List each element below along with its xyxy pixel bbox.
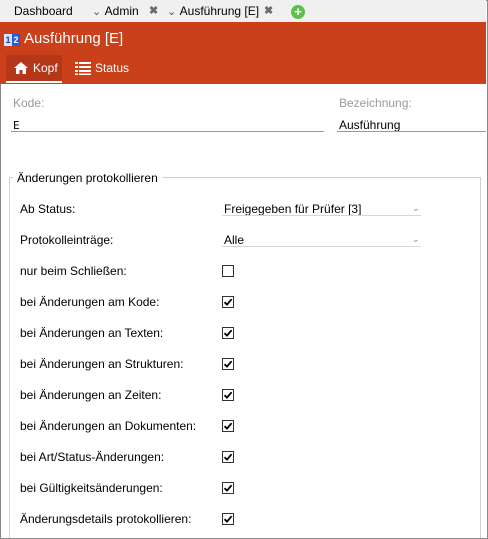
- checkbox[interactable]: [222, 389, 234, 401]
- checkbox[interactable]: [222, 327, 234, 339]
- list-icon: [75, 62, 91, 75]
- tab-label: Admin: [104, 4, 139, 18]
- tab-label: Kopf: [33, 61, 58, 75]
- checkmark-icon: [223, 453, 233, 461]
- checkbox[interactable]: [222, 358, 234, 370]
- checkbox[interactable]: [222, 513, 234, 525]
- close-icon[interactable]: ✖: [264, 0, 273, 22]
- checkbox-label: bei Änderungen an Texten:: [20, 326, 164, 340]
- checkbox-label: bei Änderungen an Dokumenten:: [20, 419, 197, 433]
- record-header: 12 Ausführung [E] Kopf Status: [0, 22, 486, 84]
- tab-dashboard[interactable]: Dashboard: [14, 0, 73, 22]
- checkbox[interactable]: [222, 420, 234, 432]
- ab-status-underline: [222, 215, 421, 216]
- protokoll-underline: [222, 246, 421, 247]
- record-type-icon: 12: [4, 34, 20, 46]
- checkmark-icon: [223, 484, 233, 492]
- chevron-down-icon[interactable]: ⌄: [167, 1, 177, 23]
- add-tab-icon[interactable]: +: [291, 5, 305, 19]
- kode-underline: [11, 131, 324, 132]
- checkbox[interactable]: [222, 451, 234, 463]
- page-title: Ausführung [E]: [24, 30, 124, 47]
- tab-label: Dashboard: [14, 4, 73, 18]
- tab-label: Ausführung [E]: [179, 4, 260, 18]
- tab-kopf[interactable]: Kopf: [6, 55, 62, 83]
- tab-admin[interactable]: ⌄ Admin ✖: [92, 0, 158, 23]
- checkbox-label: nur beim Schließen:: [20, 264, 127, 278]
- checkmark-icon: [223, 329, 233, 337]
- tab-ausfuehrung[interactable]: ⌄ Ausführung [E] ✖: [167, 0, 273, 23]
- checkbox-label: Änderungsdetails protokollieren:: [20, 512, 192, 526]
- checkmark-icon: [223, 422, 233, 430]
- checkmark-icon: [223, 391, 233, 399]
- kode-label: Kode:: [13, 96, 45, 110]
- changes-group-legend: Änderungen protokollieren: [13, 171, 162, 185]
- checkmark-icon: [223, 360, 233, 368]
- home-icon: [14, 62, 28, 74]
- bezeichnung-field[interactable]: Ausführung: [339, 118, 400, 132]
- ab-status-select[interactable]: Freigegeben für Prüfer [3]: [224, 202, 361, 216]
- tab-status[interactable]: Status: [74, 55, 134, 81]
- checkbox[interactable]: [222, 482, 234, 494]
- checkbox-label: bei Änderungen am Kode:: [20, 295, 160, 309]
- document-tab-bar: Dashboard ⌄ Admin ✖ ⌄ Ausführung [E] ✖ +: [0, 0, 486, 22]
- checkbox[interactable]: [222, 265, 234, 277]
- bezeichnung-label: Bezeichnung:: [339, 96, 412, 110]
- chevron-down-icon[interactable]: ⌄: [412, 203, 420, 214]
- chevron-down-icon[interactable]: ⌄: [92, 1, 102, 23]
- close-icon[interactable]: ✖: [149, 0, 158, 22]
- ab-status-label: Ab Status:: [20, 202, 76, 216]
- checkbox-label: bei Art/Status-Änderungen:: [20, 450, 165, 464]
- chevron-down-icon[interactable]: ⌄: [412, 234, 420, 245]
- tab-label: Status: [95, 61, 130, 75]
- bezeichnung-underline: [337, 131, 486, 132]
- checkmark-icon: [223, 298, 233, 306]
- checkbox-label: bei Änderungen an Zeiten:: [20, 388, 162, 402]
- protokoll-select[interactable]: Alle: [224, 233, 244, 247]
- checkbox[interactable]: [222, 296, 234, 308]
- checkbox-label: bei Änderungen an Strukturen:: [20, 357, 184, 371]
- protokoll-label: Protokolleinträge:: [20, 233, 114, 247]
- checkmark-icon: [223, 515, 233, 523]
- checkbox-label: bei Gültigkeitsänderungen:: [20, 481, 163, 495]
